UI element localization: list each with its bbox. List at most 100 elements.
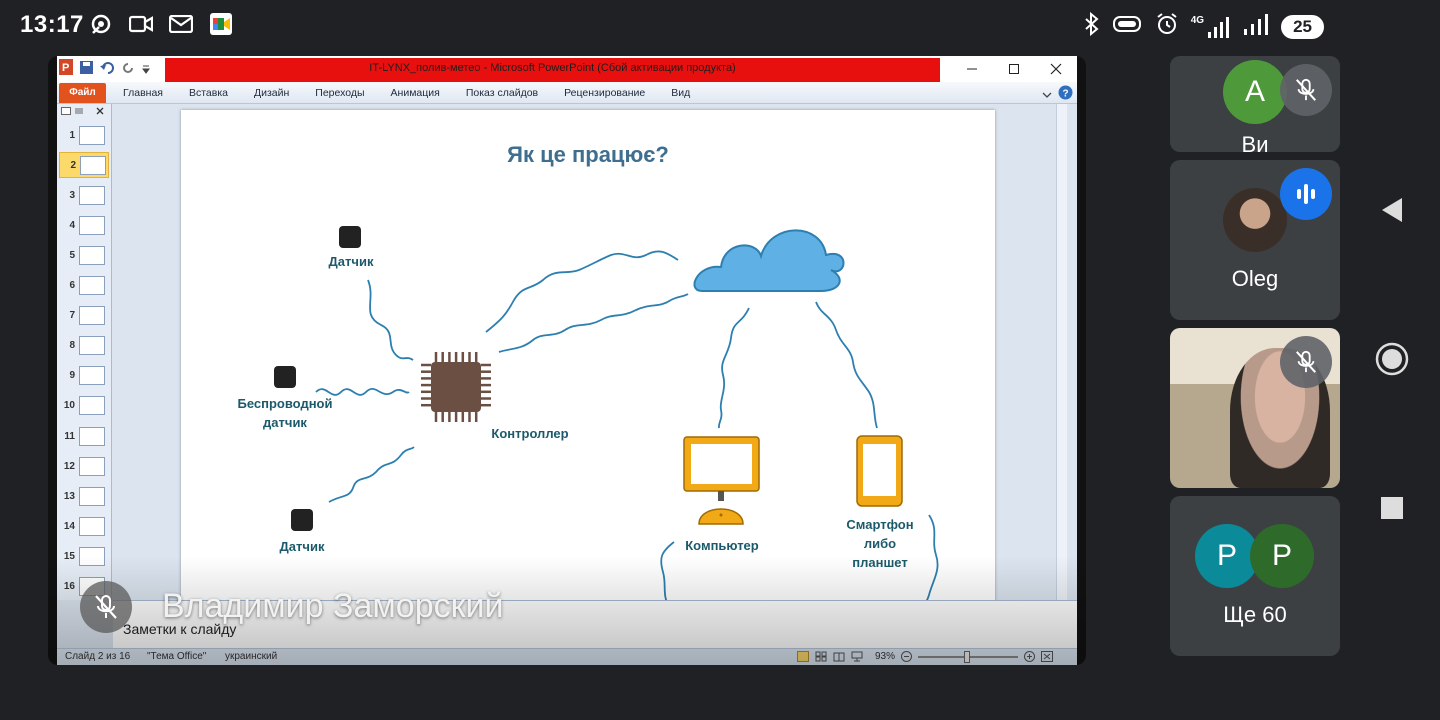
help-icon[interactable]: ? — [1058, 85, 1073, 105]
thumbnail-preview — [79, 396, 105, 416]
label-phone-1: Смартфон — [846, 517, 913, 532]
recents-button[interactable] — [1370, 486, 1414, 530]
maximize-button[interactable] — [993, 56, 1035, 82]
thumbnail-preview — [79, 366, 105, 386]
slide-thumbnail[interactable]: 5 — [59, 242, 109, 268]
thumbnail-number: 4 — [69, 219, 75, 231]
close-pane-icon[interactable] — [95, 106, 105, 116]
tab-animation[interactable]: Анимация — [391, 87, 440, 99]
cloud-icon — [693, 229, 845, 292]
slide-thumbnail[interactable]: 13 — [59, 483, 109, 509]
slide-thumbnail[interactable]: 6 — [59, 273, 109, 299]
participant-tile-video[interactable] — [1170, 328, 1340, 488]
outline-tab-icon[interactable] — [74, 107, 84, 115]
thumbnail-number: 8 — [69, 340, 75, 352]
slide-vertical-scrollbar[interactable] — [1056, 104, 1067, 600]
slide-thumbnail[interactable]: 4 — [59, 212, 109, 238]
tab-design[interactable]: Дизайн — [254, 87, 289, 99]
slides-tab-icon[interactable] — [61, 107, 71, 115]
thumbnail-number: 15 — [63, 550, 75, 562]
thumbnail-number: 5 — [69, 249, 75, 261]
slide-thumbnail[interactable]: 2 — [59, 152, 109, 179]
close-button[interactable] — [1035, 56, 1077, 82]
slide-editor: Як це працює? Датчик Беспроводной датчик… — [113, 104, 1067, 610]
label-wireless-2: датчик — [263, 415, 307, 430]
participant-tile-others[interactable]: P P Ще 60 — [1170, 496, 1340, 656]
slide-thumbnail[interactable]: 3 — [59, 182, 109, 208]
window-controls — [951, 56, 1077, 82]
thumbnail-number: 11 — [64, 430, 75, 442]
zoom-controls: 93% — [796, 650, 1053, 663]
thumbnail-preview — [79, 456, 105, 476]
slide-thumbnail[interactable]: 15 — [59, 543, 109, 569]
recents-icon — [1381, 497, 1403, 519]
ribbon-right-controls: ? — [1042, 85, 1073, 105]
svg-text:?: ? — [1063, 89, 1069, 100]
slide-thumbnail[interactable]: 9 — [59, 363, 109, 389]
label-sensor-bottom: Датчик — [280, 539, 325, 554]
zoom-slider[interactable] — [918, 650, 1018, 663]
ribbon-tabs: Файл Главная Вставка Дизайн Переходы Ани… — [57, 82, 1077, 104]
slide-thumbnail[interactable]: 12 — [59, 453, 109, 479]
thumbnail-number: 7 — [69, 310, 75, 322]
slide-thumbnail[interactable]: 1 — [59, 122, 109, 148]
collapse-ribbon-icon[interactable] — [1042, 86, 1052, 104]
thumbnail-preview — [79, 245, 105, 265]
audio-level-icon — [1297, 184, 1315, 204]
back-button[interactable] — [1370, 188, 1414, 232]
label-controller: Контроллер — [491, 426, 568, 441]
slide-canvas: Як це працює? Датчик Беспроводной датчик… — [181, 110, 995, 610]
tab-slideshow[interactable]: Показ слайдов — [466, 87, 538, 99]
participant-tile-self[interactable]: A Ви — [1170, 56, 1340, 152]
ribbon-menu: Главная Вставка Дизайн Переходы Анимация… — [123, 87, 716, 99]
fit-slide-icon[interactable] — [1041, 651, 1053, 662]
smartphone-icon — [856, 435, 903, 507]
normal-view-icon[interactable] — [796, 651, 809, 662]
redo-icon[interactable] — [123, 61, 135, 79]
wire-controller-cloud-2 — [498, 293, 689, 353]
computer-icon — [683, 436, 760, 525]
thumbnail-preview — [79, 215, 105, 235]
zoom-level[interactable]: 93% — [875, 651, 895, 662]
thumbnail-pane-header — [57, 104, 111, 118]
participant-tile-oleg[interactable]: Oleg — [1170, 160, 1340, 320]
battery-level: 25 — [1281, 14, 1324, 39]
avatar — [1223, 188, 1287, 252]
thumbnail-preview — [79, 125, 105, 145]
mic-off-icon — [95, 595, 117, 619]
minimize-button[interactable] — [951, 56, 993, 82]
thumbnail-preview — [79, 336, 105, 356]
reading-view-icon[interactable] — [833, 651, 845, 662]
home-button[interactable] — [1370, 337, 1414, 381]
zoom-in-icon[interactable] — [1024, 651, 1035, 662]
meet-app-icon — [208, 12, 234, 36]
slide-thumbnail[interactable]: 7 — [59, 303, 109, 329]
mic-off-icon — [1296, 78, 1316, 101]
save-icon[interactable] — [80, 60, 93, 79]
slideshow-icon[interactable] — [851, 651, 863, 662]
tab-review[interactable]: Рецензирование — [564, 87, 645, 99]
thumbnail-number: 14 — [63, 520, 75, 532]
tab-home[interactable]: Главная — [123, 87, 163, 99]
thumbnail-number: 3 — [69, 189, 75, 201]
slide-thumbnail[interactable]: 11 — [59, 423, 109, 449]
slide-thumbnail[interactable]: 14 — [59, 513, 109, 539]
tab-view[interactable]: Вид — [671, 87, 690, 99]
label-wireless-1: Беспроводной — [238, 396, 333, 411]
file-tab[interactable]: Файл — [59, 83, 106, 103]
thumbnail-preview — [79, 185, 105, 205]
clock: 13:17 — [20, 11, 84, 38]
slide-thumbnail[interactable]: 8 — [59, 333, 109, 359]
customize-toolbar-icon[interactable] — [142, 61, 150, 79]
zoom-slider-thumb[interactable] — [964, 650, 970, 663]
tab-insert[interactable]: Вставка — [189, 87, 228, 99]
label-computer: Компьютер — [685, 538, 759, 553]
thumbnail-number: 1 — [69, 129, 75, 141]
back-icon — [1382, 198, 1402, 222]
window-title: IT-LYNX_полив-метео - Microsoft PowerPoi… — [369, 62, 736, 74]
tab-transitions[interactable]: Переходы — [315, 87, 364, 99]
zoom-out-icon[interactable] — [901, 651, 912, 662]
slide-thumbnail[interactable]: 10 — [59, 393, 109, 419]
slide-sorter-icon[interactable] — [815, 651, 827, 662]
undo-icon[interactable] — [100, 61, 116, 79]
